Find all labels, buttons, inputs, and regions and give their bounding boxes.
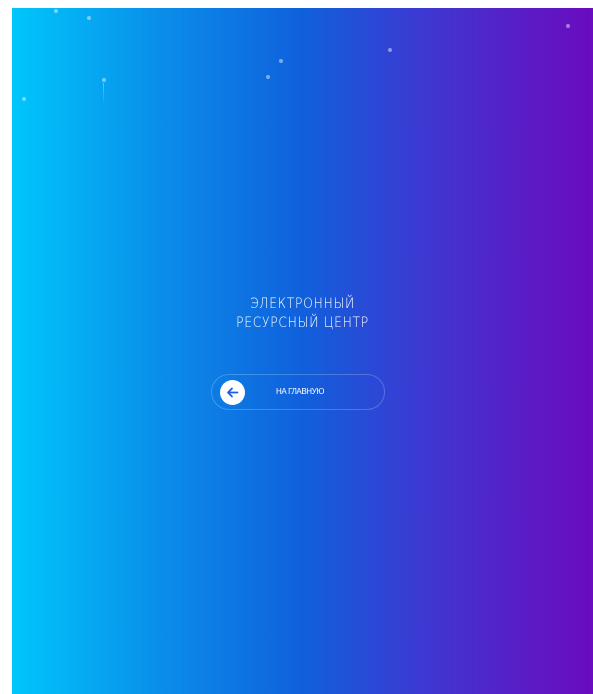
page-title: ЭЛЕКТРОННЫЙ РЕСУРСНЫЙ ЦЕНТР (47, 295, 558, 333)
particle-dot (388, 48, 392, 52)
page-title-line-1: ЭЛЕКТРОННЫЙ (249, 296, 356, 312)
particle-trail (103, 83, 104, 105)
particle-dot (22, 97, 26, 101)
arrow-left-glyph (227, 387, 239, 398)
particle-dot (87, 16, 91, 20)
page-title-line-2: РЕСУРСНЫЙ ЦЕНТР (236, 315, 369, 331)
arrow-left-icon (220, 380, 245, 405)
page-frame: ЭЛЕКТРОННЫЙ РЕСУРСНЫЙ ЦЕНТР НА ГЛАВНУЮ (0, 0, 593, 694)
home-button-label: НА ГЛАВНУЮ (275, 387, 325, 396)
particle-dot (266, 75, 270, 79)
particle-dot (279, 59, 283, 63)
home-button[interactable]: НА ГЛАВНУЮ (211, 374, 385, 410)
particle-dot (54, 9, 58, 13)
particle-dot (102, 78, 106, 82)
gradient-background: ЭЛЕКТРОННЫЙ РЕСУРСНЫЙ ЦЕНТР НА ГЛАВНУЮ (12, 8, 593, 694)
particle-dot (566, 24, 570, 28)
